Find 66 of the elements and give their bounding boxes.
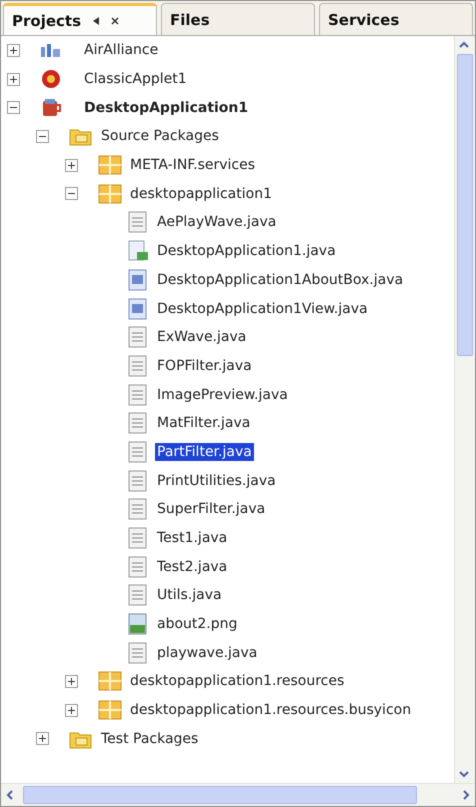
cup-project-icon [40, 96, 62, 119]
minimize-icon[interactable] [91, 16, 102, 26]
package-icon [98, 700, 122, 720]
tree-item[interactable]: PrintUtilities.java [155, 472, 278, 490]
form-file-icon [127, 268, 149, 291]
file-icon [127, 642, 149, 664]
package-icon [98, 184, 122, 204]
file-icon [127, 412, 149, 434]
tree-item[interactable]: META-INF.services [128, 156, 258, 174]
tree-item[interactable]: PartFilter.java [155, 442, 254, 461]
tree-item[interactable]: DesktopApplication1View.java [155, 300, 370, 318]
expand-icon[interactable] [65, 704, 78, 717]
tree-item[interactable]: desktopapplication1.resources.busyicon [128, 701, 414, 720]
scrollbar-thumb[interactable] [23, 786, 417, 804]
file-icon [127, 384, 149, 406]
expand-icon[interactable] [7, 72, 20, 86]
tree-item[interactable]: Test Packages [99, 730, 200, 748]
expand-icon[interactable] [7, 44, 20, 57]
collapse-icon[interactable] [36, 130, 49, 143]
file-icon [127, 584, 149, 606]
tree-item[interactable]: AirAlliance [82, 41, 160, 60]
expand-icon[interactable] [36, 732, 49, 746]
file-icon [127, 527, 149, 550]
vertical-scrollbar[interactable] [454, 36, 475, 783]
scrollbar-thumb[interactable] [457, 54, 473, 356]
tree-item[interactable]: desktopapplication1.resources [128, 672, 346, 690]
file-icon [127, 354, 149, 377]
tree-item[interactable]: DesktopApplication1 [82, 98, 250, 117]
file-icon [127, 470, 149, 492]
file-icon [127, 556, 149, 578]
applet-project-icon [40, 68, 62, 90]
tree-item[interactable]: Test1.java [155, 529, 230, 548]
tree-item[interactable]: Test2.java [155, 558, 230, 576]
tree-item[interactable]: about2.png [155, 615, 240, 634]
tree-item[interactable]: ImagePreview.java [155, 386, 290, 404]
expand-icon[interactable] [65, 158, 78, 172]
globe-project-icon [40, 41, 62, 60]
file-icon [127, 211, 149, 234]
tree-item[interactable]: Utils.java [155, 586, 224, 604]
tree-item[interactable]: DesktopApplication1AboutBox.java [155, 270, 406, 289]
tree-item[interactable]: Source Packages [99, 127, 221, 146]
tree-item[interactable]: playwave.java [155, 644, 260, 662]
tree-item[interactable]: FOPFilter.java [155, 356, 254, 375]
tree-item[interactable]: ExWave.java [155, 328, 248, 346]
collapse-icon[interactable] [65, 187, 78, 200]
tree-item[interactable]: desktopapplication1 [128, 184, 274, 203]
collapse-icon[interactable] [7, 101, 20, 114]
tree-item[interactable]: ClassicApplet1 [82, 70, 189, 88]
tab[interactable]: Projects [3, 3, 157, 35]
tree-item[interactable]: SuperFilter.java [155, 500, 268, 518]
expand-icon[interactable] [65, 674, 78, 688]
image-file-icon [127, 613, 149, 636]
horizontal-scrollbar[interactable] [1, 783, 475, 806]
tab[interactable]: Services [319, 3, 473, 35]
form-file-icon [127, 298, 149, 320]
file-icon [127, 326, 149, 348]
package-icon [98, 671, 122, 692]
tree-item[interactable]: AePlayWave.java [155, 213, 278, 232]
file-icon [127, 440, 149, 463]
class-file-icon [127, 240, 149, 262]
package-icon [98, 155, 122, 176]
file-icon [127, 498, 149, 520]
tree-item[interactable]: DesktopApplication1.java [155, 242, 338, 260]
tab[interactable]: Files [161, 3, 315, 35]
close-icon[interactable] [111, 16, 120, 24]
tree-item[interactable]: MatFilter.java [155, 414, 252, 432]
